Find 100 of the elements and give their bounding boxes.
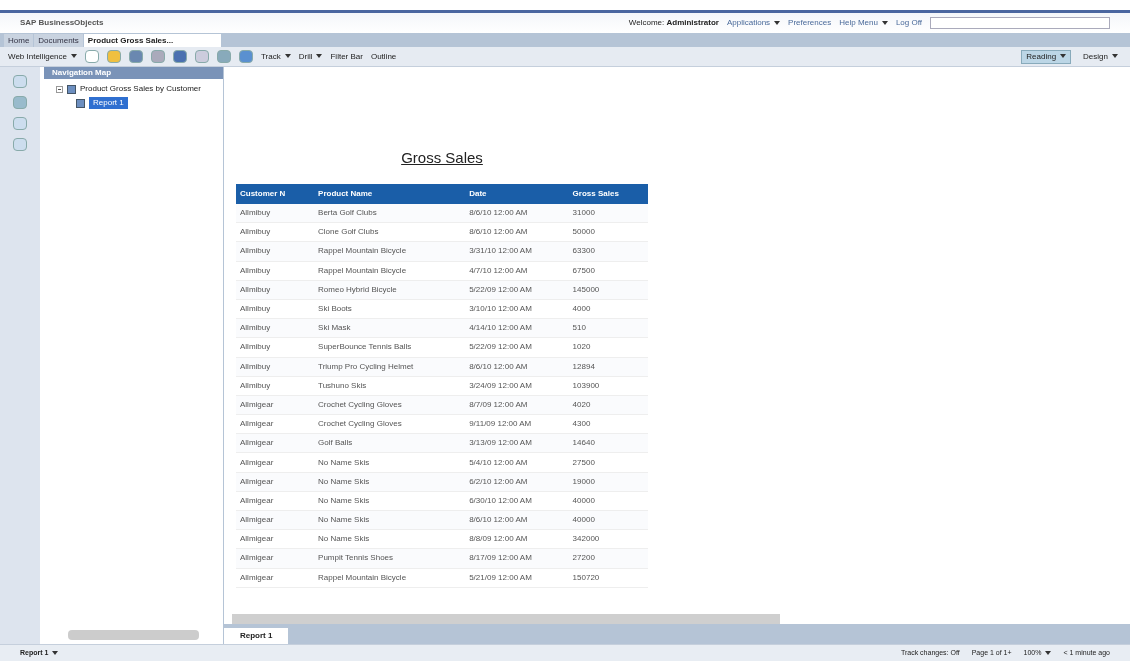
column-header: Date [465,183,569,204]
table-cell: 14640 [568,433,648,453]
caret-icon [71,54,77,59]
table-cell: Ski Boots [314,299,466,319]
table-cell: Clone Golf Clubs [314,222,466,242]
table-cell: Allmigear [236,510,315,530]
table-cell: 6/30/10 12:00 AM [465,491,569,511]
header-link[interactable]: Help Menu [839,17,888,29]
column-header: Product Name [314,183,466,204]
tree-item[interactable]: Product Gross Sales by Customer [80,83,201,95]
table-cell: 4300 [568,414,648,434]
table-cell: 8/17/09 12:00 AM [465,548,569,569]
table-cell: No Name Skis [314,452,466,473]
tree-toggle-icon[interactable] [56,85,63,93]
table-cell: 342000 [568,529,648,549]
table-cell: Berta Golf Clubs [314,203,466,223]
table-cell: 8/6/10 12:00 AM [465,357,569,377]
table-cell: Allmigear [236,568,315,588]
table-cell: Allmibuy [236,203,315,223]
table-cell: Romeo Hybrid Bicycle [314,280,466,300]
report-tab[interactable]: Report 1 [224,628,289,644]
table-cell: 63300 [568,241,648,262]
table-cell: Allmigear [236,452,315,473]
table-cell: 27200 [568,548,648,569]
panel-header: Navigation Map [44,67,223,79]
table-cell: 4000 [568,299,648,319]
table-cell: 40000 [568,510,648,530]
table-cell: No Name Skis [314,529,466,549]
table-cell: 4/14/10 12:00 AM [465,318,569,338]
table-cell: Crochet Cycling Gloves [314,414,466,434]
header-link[interactable]: Log Off [895,17,922,29]
table-cell: 27500 [568,452,648,473]
logo: SAP BusinessObjects [20,17,104,29]
table-cell: Crochet Cycling Gloves [314,395,466,415]
table-cell: No Name Skis [314,510,466,530]
column-header: Gross Sales [568,183,648,204]
table-cell: 8/6/10 12:00 AM [465,203,569,223]
toolbar-item[interactable]: Drill [298,50,323,63]
toolbar-item[interactable]: Filter Bar [330,50,363,63]
table-cell: 31000 [568,203,648,223]
table-cell: Allmibuy [236,357,315,377]
table-cell: No Name Skis [314,491,466,511]
table-cell: Allmibuy [236,337,315,357]
table-cell: 50000 [568,222,648,242]
toolbar-item[interactable]: Track [261,50,291,63]
document-tab[interactable]: Documents [34,34,83,47]
caret-icon [52,650,59,655]
table-cell: Allmigear [236,548,315,569]
table-cell: Ski Mask [314,318,466,338]
table-cell: Allmibuy [236,241,315,262]
table-cell: 9/11/09 12:00 AM [465,414,569,434]
table-cell: 67500 [568,261,648,281]
tree-item[interactable]: Report 1 [89,97,128,109]
table-cell: 5/22/09 12:00 AM [465,337,569,357]
caret-icon [1045,650,1052,655]
table-cell: Allmibuy [236,376,315,396]
table-cell: 12894 [568,357,648,377]
table-cell: Allmigear [236,433,315,453]
toolbar-item[interactable]: Outline [370,50,397,63]
table-cell: Allmibuy [236,222,315,242]
table-cell: 3/31/10 12:00 AM [465,241,569,262]
table-cell: 6/2/10 12:00 AM [465,472,569,492]
table-cell: 19000 [568,472,648,492]
table-cell: Allmibuy [236,299,315,319]
table-cell: 5/21/09 12:00 AM [465,568,569,588]
table-cell: Allmigear [236,529,315,549]
table-cell: Rappel Mountain Bicycle [314,241,466,262]
mode-button[interactable]: Reading [1021,49,1072,64]
table-cell: Allmigear [236,414,315,434]
table-cell: 3/24/09 12:00 AM [465,376,569,396]
report-title: Gross Sales [400,148,484,168]
header-link[interactable]: Preferences [788,17,832,29]
table-cell: 103900 [568,376,648,396]
table-cell: 145000 [568,280,648,300]
document-tab[interactable]: Product Gross Sales... [83,34,222,47]
table-cell: Allmigear [236,395,315,415]
app-menu[interactable]: Web Intelligence [8,50,77,63]
table-cell: 8/7/09 12:00 AM [465,395,569,415]
table-cell: Rappel Mountain Bicycle [314,261,466,281]
column-header: Customer N [236,183,315,204]
table-cell: 510 [568,318,648,338]
table-cell: 1020 [568,337,648,357]
table-cell: 5/22/09 12:00 AM [465,280,569,300]
table-cell: No Name Skis [314,472,466,492]
mode-button[interactable]: Design [1079,50,1122,63]
horizontal-scrollbar[interactable] [232,614,780,624]
table-cell: 4/7/10 12:00 AM [465,261,569,281]
table-cell: Allmibuy [236,261,315,281]
table-cell: 3/13/09 12:00 AM [465,433,569,453]
table-cell: 8/6/10 12:00 AM [465,222,569,242]
document-tab[interactable]: Home [4,34,34,47]
table-cell: Allmibuy [236,318,315,338]
caret-icon [1112,54,1118,59]
horizontal-scrollbar[interactable] [68,630,199,640]
header-link[interactable]: Applications [726,17,781,29]
table-cell: 8/8/09 12:00 AM [465,529,569,549]
caret-icon [1060,54,1067,59]
table-cell: SuperBounce Tennis Balls [314,337,466,357]
search-field[interactable] [930,17,1110,29]
table-cell: Allmibuy [236,280,315,300]
